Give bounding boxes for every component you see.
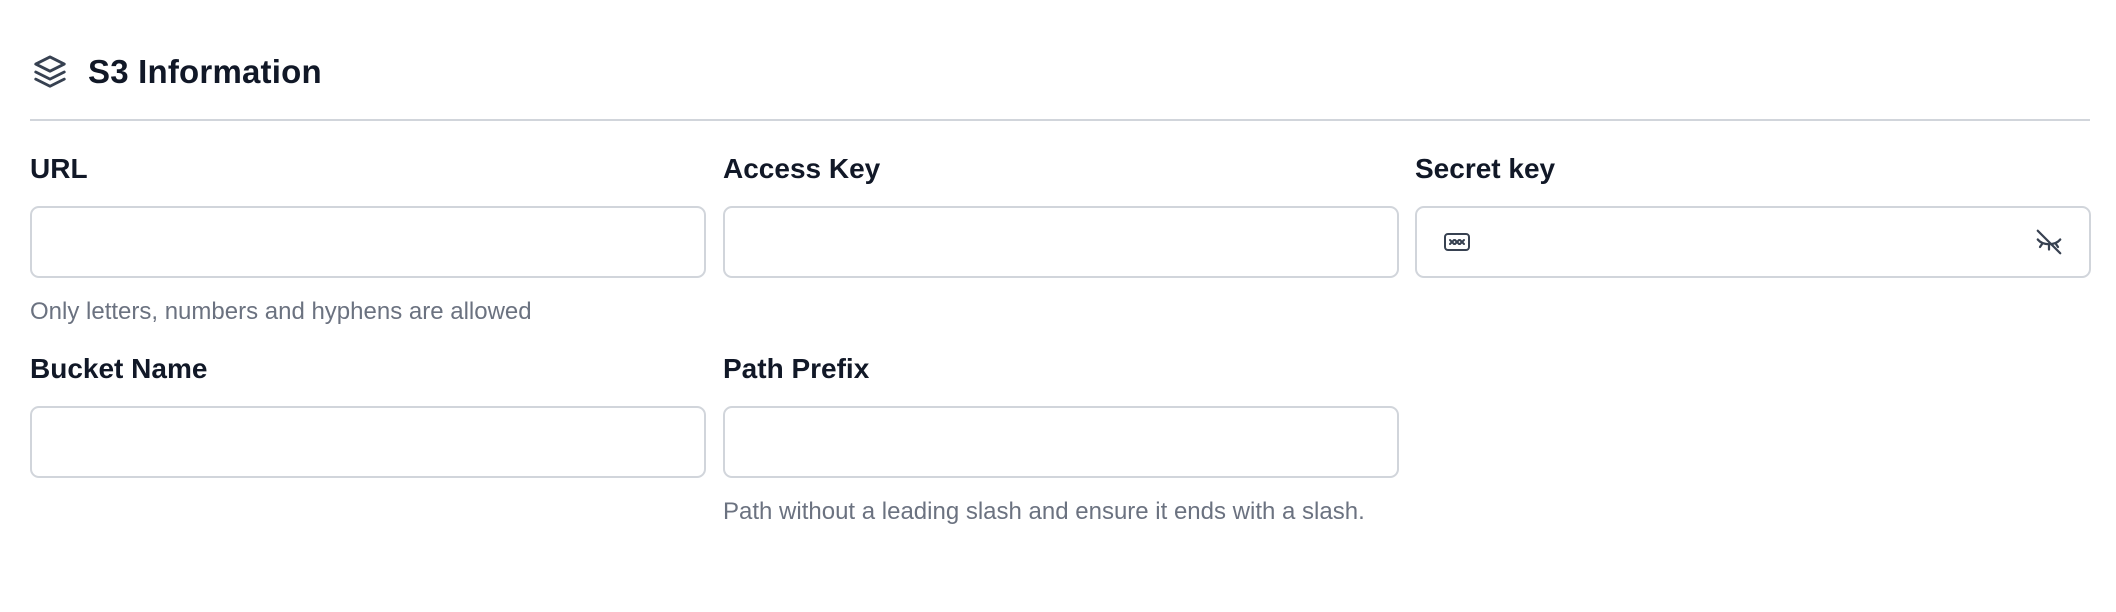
bucket-name-input-wrapper	[30, 406, 706, 478]
url-input[interactable]	[32, 208, 704, 276]
section-divider	[30, 119, 2090, 121]
url-field-group: URL Only letters, numbers and hyphens ar…	[30, 152, 706, 330]
url-label: URL	[30, 153, 88, 184]
eye-off-icon[interactable]	[2033, 226, 2065, 258]
bucket-name-input[interactable]	[32, 408, 704, 476]
access-key-label: Access Key	[723, 153, 881, 184]
path-prefix-label: Path Prefix	[723, 353, 870, 384]
secret-key-input-wrapper	[1415, 206, 2091, 278]
access-key-field-group: Access Key	[723, 152, 1399, 278]
path-prefix-input-wrapper	[723, 406, 1399, 478]
password-icon	[1443, 231, 1471, 253]
access-key-input-wrapper	[723, 206, 1399, 278]
access-key-input[interactable]	[725, 208, 1397, 276]
s3-information-section: S3 Information URL Only letters, numbers…	[0, 0, 2116, 612]
section-title: S3 Information	[88, 53, 322, 90]
url-help-text: Only letters, numbers and hyphens are al…	[30, 298, 532, 325]
path-prefix-help-text: Path without a leading slash and ensure …	[723, 498, 1365, 525]
path-prefix-input[interactable]	[725, 408, 1397, 476]
bucket-name-label: Bucket Name	[30, 353, 208, 384]
url-input-wrapper	[30, 206, 706, 278]
section-header: S3 Information	[30, 48, 322, 96]
bucket-name-field-group: Bucket Name	[30, 352, 706, 478]
path-prefix-field-group: Path Prefix Path without a leading slash…	[723, 352, 1399, 530]
secret-key-label: Secret key	[1415, 153, 1556, 184]
layers-icon	[30, 52, 70, 92]
secret-key-field-group: Secret key	[1415, 152, 2091, 278]
secret-key-input[interactable]	[1417, 208, 2089, 276]
